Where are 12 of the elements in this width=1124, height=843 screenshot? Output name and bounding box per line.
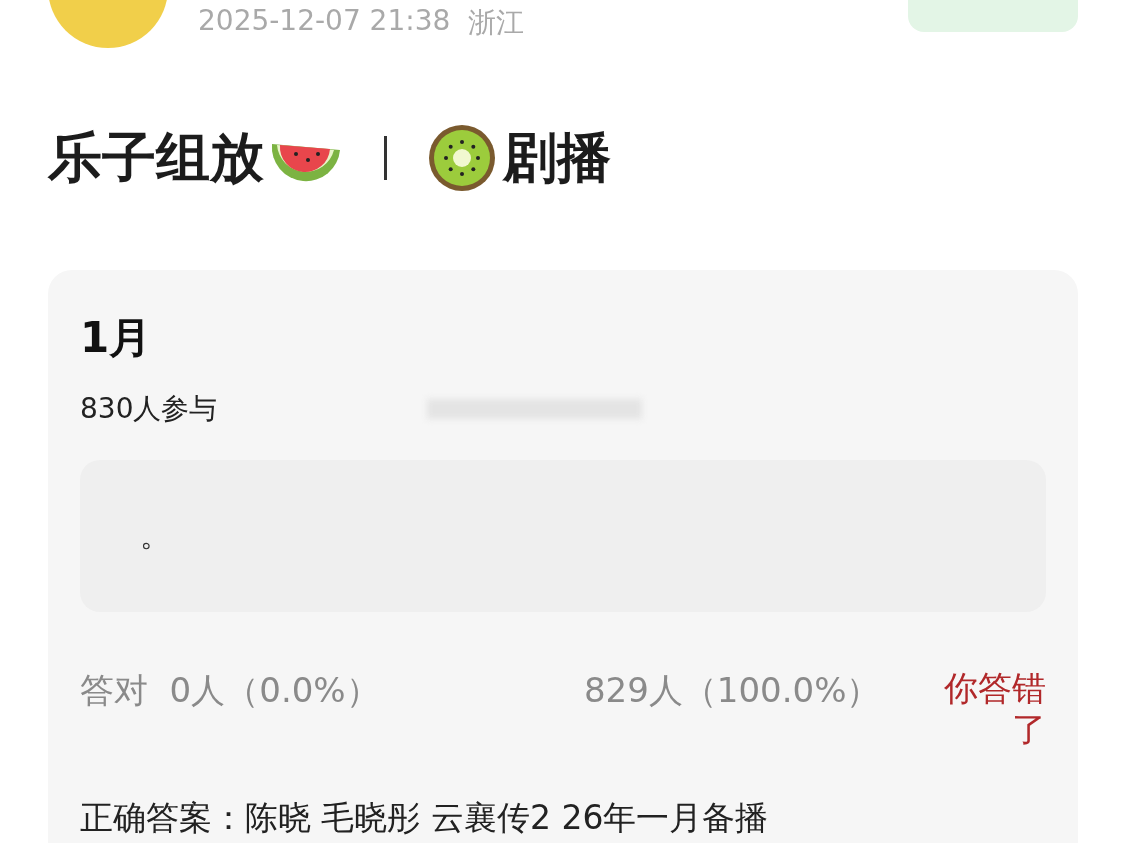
quiz-option[interactable]: 。 <box>80 460 1046 612</box>
title-text: 剧播 <box>503 124 611 191</box>
quiz-title: 1月 <box>80 312 153 364</box>
wrong-count: 829人（100.0%） <box>583 669 882 712</box>
result-text: 你答错了 <box>943 668 1046 750</box>
correct-count: 答对 0人（0.0%） <box>80 669 381 712</box>
kiwi-icon <box>427 123 497 193</box>
title-text: 乐子组放 <box>48 124 264 191</box>
post-location: 浙江 <box>468 5 525 41</box>
post-time: 2025-12-07 21:38 <box>198 4 451 39</box>
correct-answer: 正确答案：陈晓 毛晓彤 云襄传2 26年一月备播 <box>80 796 770 839</box>
participant-count: 830人参与 <box>80 391 218 427</box>
